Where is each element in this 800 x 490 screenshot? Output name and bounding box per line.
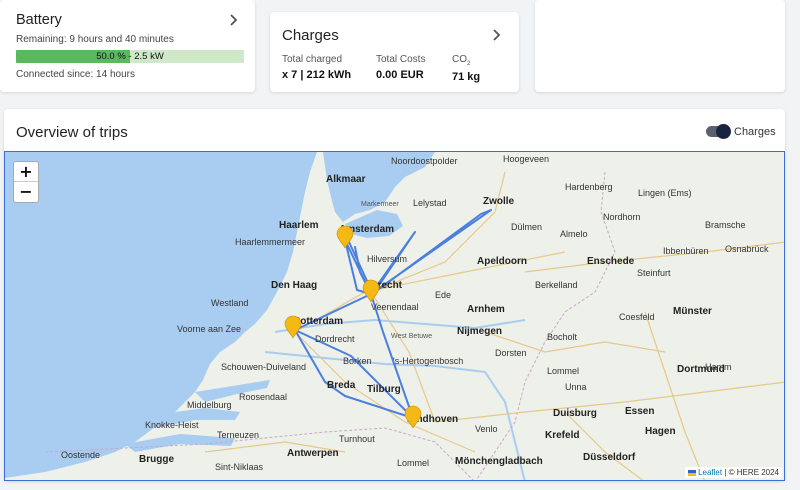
charge-marker-rotterdam[interactable] (284, 315, 302, 339)
battery-level-label: 50.0 % - 2.5 kW (96, 51, 164, 62)
charges-toggle[interactable] (706, 124, 731, 139)
battery-title: Battery (16, 12, 62, 28)
charges-toggle-label: Charges (734, 126, 776, 138)
battery-remaining-text: Remaining: 9 hours and 40 minutes (16, 34, 174, 45)
here-attribution: | © HERE 2024 (722, 468, 779, 477)
zoom-control: + − (13, 161, 39, 203)
stat-total-costs: Total Costs 0.00 EUR (376, 54, 425, 81)
stat-label: Total Costs (376, 54, 426, 65)
trips-title: Overview of trips (16, 124, 128, 141)
trips-card: Overview of trips Charges + − Alkmaar Ha… (4, 109, 785, 481)
charges-title: Charges (282, 27, 339, 44)
charge-markers (284, 225, 422, 429)
zoom-out-button[interactable]: − (14, 182, 38, 202)
charges-chevron-right-icon[interactable] (489, 28, 503, 42)
battery-level-bar: 50.0 % - 2.5 kW (16, 50, 244, 63)
stat-co2: CO2 71 kg (452, 54, 480, 83)
stat-total-charged: Total charged x 7 | 212 kWh (282, 54, 351, 81)
map-attribution: Leaflet | © HERE 2024 (685, 467, 782, 478)
battery-chevron-right-icon[interactable] (226, 13, 240, 27)
empty-card (535, 0, 785, 92)
battery-card: Battery Remaining: 9 hours and 40 minute… (0, 0, 255, 92)
charge-marker-eindhoven[interactable] (404, 405, 422, 429)
co2-subscript: 2 (467, 61, 471, 67)
ukraine-flag-icon (688, 469, 697, 476)
stat-value: x 7 | 212 kWh (282, 69, 352, 81)
stat-label: CO2 (452, 54, 480, 67)
charge-marker-utrecht[interactable] (362, 279, 380, 303)
zoom-in-button[interactable]: + (14, 162, 38, 182)
charge-marker-amsterdam[interactable] (336, 225, 354, 249)
toggle-knob (716, 124, 731, 139)
co2-label: CO (452, 54, 467, 65)
battery-connected-text: Connected since: 14 hours (16, 69, 135, 80)
stat-value: 0.00 EUR (376, 69, 424, 81)
leaflet-link[interactable]: Leaflet (698, 468, 722, 477)
trips-map[interactable]: + − Alkmaar Haarlem Haarlemmermeer Amste… (4, 151, 785, 481)
stat-label: Total charged (282, 54, 343, 65)
stat-value: 71 kg (452, 71, 481, 83)
charges-card: Charges Total charged x 7 | 212 kWh Tota… (270, 12, 519, 92)
